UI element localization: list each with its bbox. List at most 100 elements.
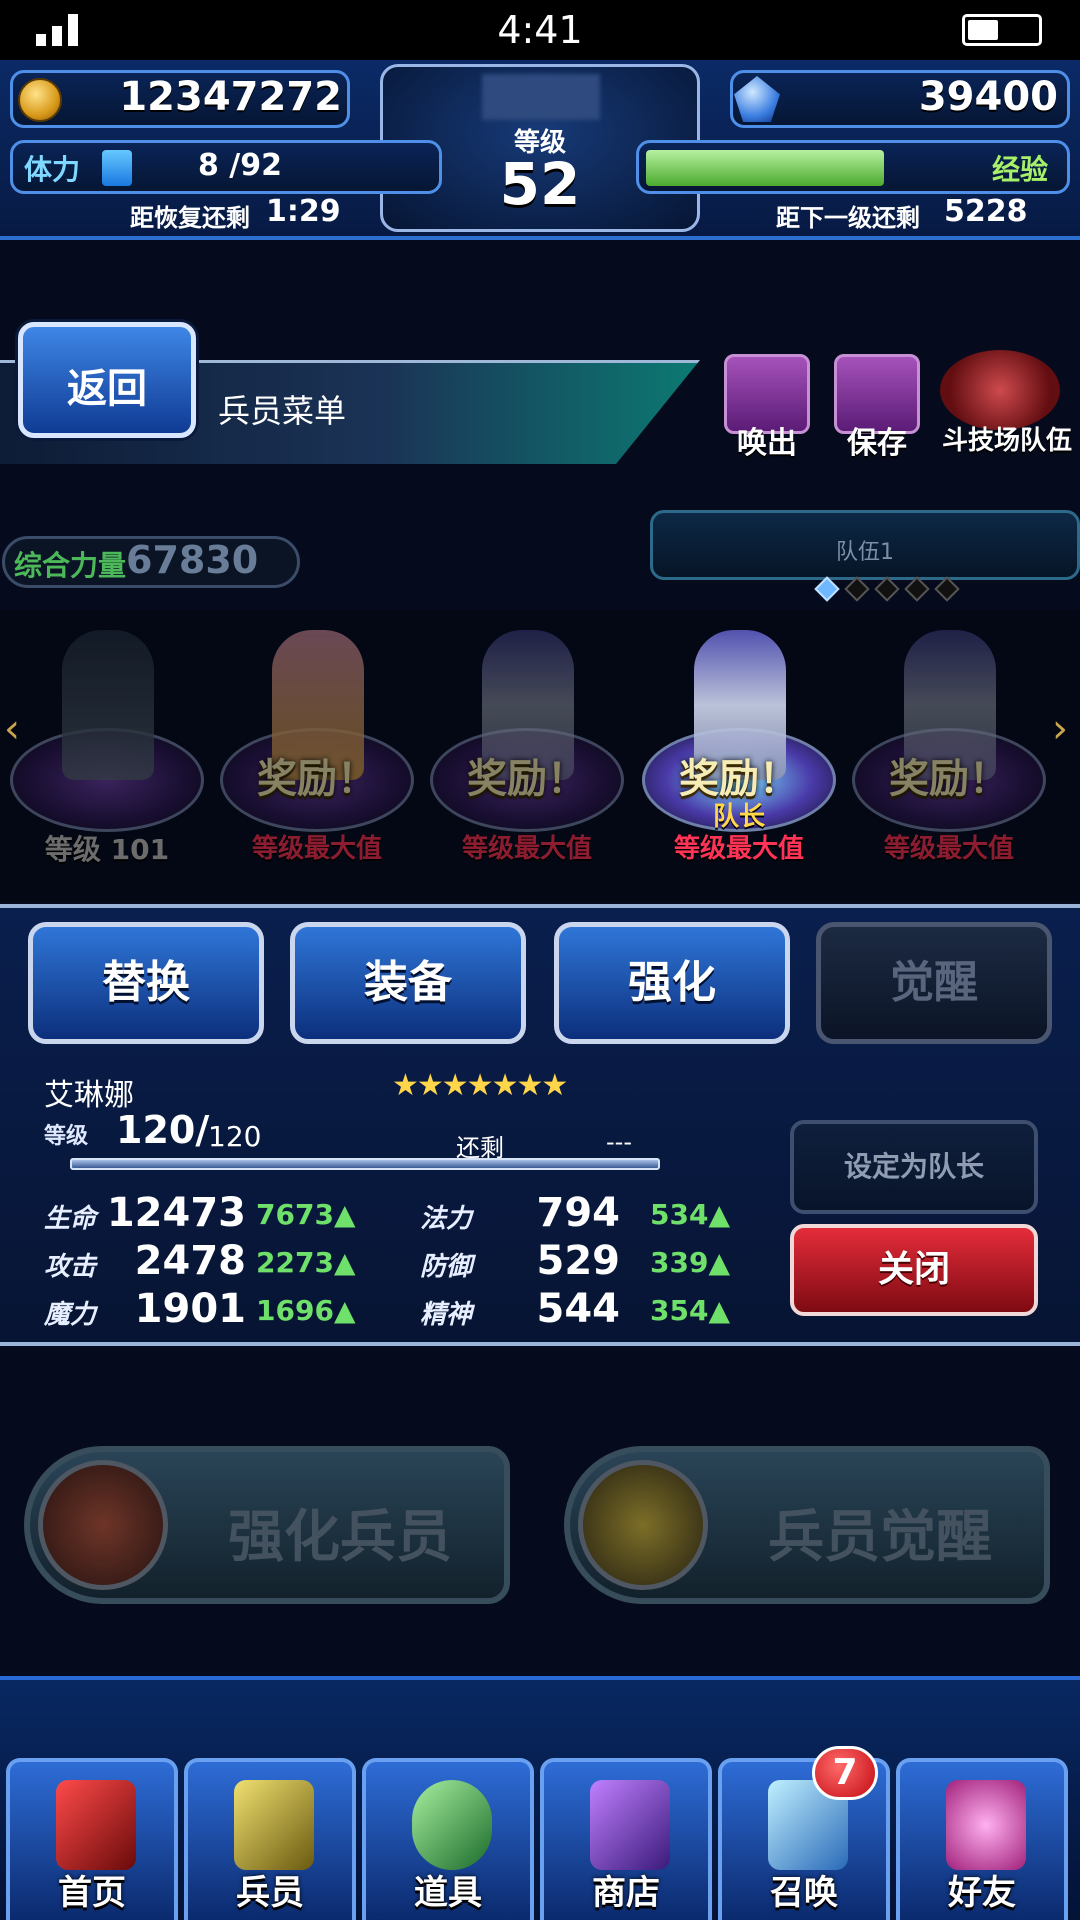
arrow-up-icon: ▲	[708, 1246, 730, 1279]
exp-bar	[646, 150, 884, 186]
bonus-value: 1696	[256, 1294, 334, 1327]
page-dot[interactable]	[874, 576, 900, 602]
unit-level-current: 120/	[116, 1108, 210, 1152]
max-level-label: 等级最大值	[673, 834, 804, 864]
stat-mp-bonus: 534▲	[650, 1198, 730, 1231]
stamina-label: 体力	[24, 153, 81, 186]
team-name: 队伍1	[836, 540, 894, 565]
battery-icon	[962, 14, 1042, 46]
bonus-value: 339	[650, 1246, 709, 1279]
unit-level-label: 等级	[44, 1124, 89, 1149]
close-button[interactable]: 关闭	[790, 1224, 1038, 1316]
page-dot[interactable]	[844, 576, 870, 602]
party-load-label[interactable]: 唤出	[714, 418, 820, 462]
stamina-value: 8 /92	[197, 148, 283, 183]
nav-home-label: 首页	[58, 1873, 126, 1913]
enhance-unit-button[interactable]: 强化兵员	[24, 1446, 510, 1604]
chevron-right-icon[interactable]: ›	[1052, 706, 1068, 752]
page-dot[interactable]	[934, 576, 960, 602]
unit-sprite	[62, 630, 154, 780]
stat-mp-label: 法力	[420, 1204, 473, 1234]
stat-hp-bonus: 7673▲	[256, 1198, 355, 1231]
total-power-value: 67830	[126, 538, 259, 582]
awaken-unit-button[interactable]: 兵员觉醒	[564, 1446, 1050, 1604]
stat-def-bonus: 339▲	[650, 1246, 730, 1279]
stat-mag-bonus: 1696▲	[256, 1294, 355, 1327]
nav-shop-label: 商店	[592, 1873, 660, 1913]
unit-slot-1[interactable]: 等级 101	[4, 618, 210, 880]
nav-summon-label: 召唤	[770, 1873, 838, 1913]
nav-items-label: 道具	[414, 1873, 482, 1913]
stat-mag-label: 魔力	[44, 1300, 97, 1330]
nav-friends[interactable]: 好友	[896, 1758, 1068, 1920]
nav-friends-label: 好友	[948, 1873, 1016, 1913]
units-icon	[234, 1780, 314, 1870]
next-level-label: 距下一级还剩	[776, 204, 920, 232]
nav-shop[interactable]: 商店	[540, 1758, 712, 1920]
stat-atk-bonus: 2273▲	[256, 1246, 355, 1279]
awaken-swords-icon	[578, 1460, 708, 1590]
unit-level: 等级 101	[44, 833, 170, 866]
enhance-swords-icon	[38, 1460, 168, 1590]
friends-icon	[946, 1780, 1026, 1870]
stat-hp-label: 生命	[44, 1204, 97, 1234]
next-level-value: 5228	[944, 194, 1028, 229]
stat-spr-value: 544	[536, 1286, 621, 1332]
page-title: 兵员菜单	[218, 392, 347, 430]
unit-slot-3[interactable]: 奖励！ 等级最大值	[424, 618, 630, 880]
replace-button[interactable]: 替换	[28, 922, 264, 1044]
max-level-label: 等级最大值	[883, 834, 1014, 864]
nav-items[interactable]: 道具	[362, 1758, 534, 1920]
arena-party-icon[interactable]	[940, 350, 1060, 430]
home-swords-icon	[56, 1780, 136, 1870]
gold-amount: 12347272	[119, 74, 342, 120]
shop-icon	[590, 1780, 670, 1870]
page-dot[interactable]	[814, 576, 840, 602]
arrow-up-icon: ▲	[333, 1294, 356, 1327]
unit-exp-bar	[70, 1158, 660, 1170]
stat-atk-label: 攻击	[44, 1252, 97, 1282]
stat-def-label: 防御	[420, 1252, 473, 1282]
unit-slot-5[interactable]: 奖励！ 等级最大值	[846, 618, 1052, 880]
back-button-label[interactable]: 返回	[18, 356, 196, 414]
arena-party-label[interactable]: 斗技场队伍	[936, 420, 1078, 457]
nav-units[interactable]: 兵员	[184, 1758, 356, 1920]
set-leader-button[interactable]: 设定为队长	[790, 1120, 1038, 1214]
team-page-indicator[interactable]	[814, 576, 968, 602]
equip-button[interactable]: 装备	[290, 922, 526, 1044]
stat-atk-value: 2478	[134, 1238, 246, 1284]
stat-spr-bonus: 354▲	[650, 1294, 730, 1327]
arrow-up-icon: ▲	[708, 1294, 730, 1327]
clock: 4:41	[497, 8, 583, 52]
potion-icon	[412, 1780, 492, 1870]
gem-amount: 39400	[918, 74, 1058, 120]
stamina-recover-time: 1:29	[266, 194, 341, 229]
bonus-value: 2273	[256, 1246, 334, 1279]
nav-units-label: 兵员	[236, 1873, 304, 1913]
enhance-button[interactable]: 强化	[554, 922, 790, 1044]
unit-slot-2[interactable]: 奖励！ 等级最大值	[214, 618, 420, 880]
party-save-label[interactable]: 保存	[824, 418, 930, 462]
stat-def-value: 529	[536, 1238, 621, 1284]
arrow-up-icon: ▲	[708, 1198, 730, 1231]
nav-home[interactable]: 首页	[6, 1758, 178, 1920]
awaken-button[interactable]: 觉醒	[816, 922, 1052, 1044]
max-level-label: 等级最大值	[251, 834, 382, 864]
rarity-stars: ★★★★★★★	[392, 1068, 568, 1103]
total-power-label: 综合力量	[14, 549, 127, 582]
enhance-unit-label: 强化兵员	[228, 1505, 452, 1570]
arrow-up-icon: ▲	[333, 1246, 356, 1279]
summon-notification-badge: 7	[812, 1746, 878, 1800]
stat-hp-value: 12473	[106, 1190, 246, 1236]
unit-slot-4-selected[interactable]: 奖励！ 队长 等级最大值	[636, 618, 842, 880]
awaken-unit-label: 兵员觉醒	[768, 1505, 992, 1570]
unit-level-max: 120	[208, 1120, 262, 1153]
bonus-value: 534	[650, 1198, 709, 1231]
page-dot[interactable]	[904, 576, 930, 602]
max-level-label: 等级最大值	[461, 834, 592, 864]
bonus-value: 354	[650, 1294, 709, 1327]
stamina-bar	[102, 150, 132, 186]
exp-remaining-value: ---	[606, 1128, 632, 1156]
bonus-value: 7673	[256, 1198, 334, 1231]
blurred-player-name	[482, 74, 600, 120]
